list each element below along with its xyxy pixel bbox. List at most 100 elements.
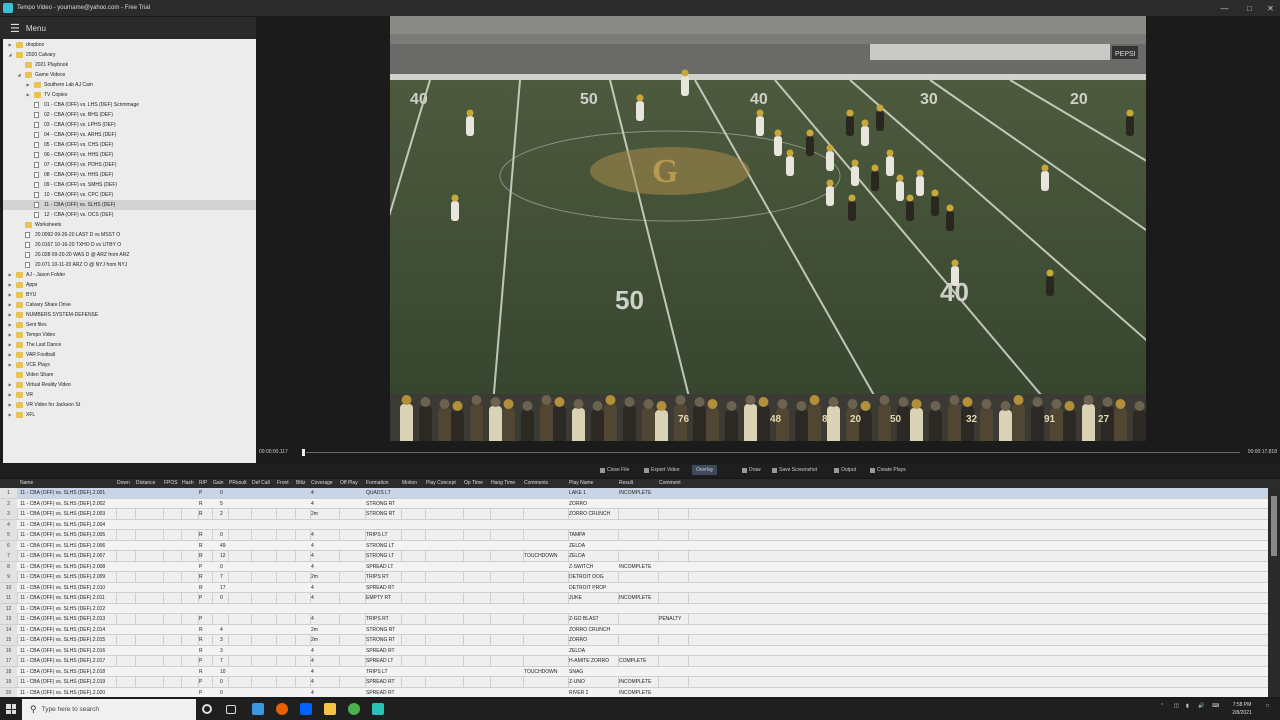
hamburger-icon[interactable]: ☰ <box>10 22 20 35</box>
cell-rp[interactable]: R <box>199 583 203 593</box>
cell-rp[interactable]: P <box>199 677 202 687</box>
table-row[interactable]: 20 11 - CBA (OFF) vs. SLHS (DEF).2.020 P 0 4… <box>0 687 1268 698</box>
tree-item[interactable]: 12 - CBA (OFF) vs. OCS (DEF) <box>3 210 256 220</box>
overlay-button[interactable]: Overlay <box>692 465 718 475</box>
cell-rp[interactable]: P <box>199 562 202 572</box>
tree-item[interactable]: ◢ 2020 Calvary <box>3 50 256 60</box>
column-header[interactable]: Formation <box>366 479 389 488</box>
cell-name[interactable]: 11 - CBA (OFF) vs. SLHS (DEF).2.001 <box>20 488 105 498</box>
cell-name[interactable]: 11 - CBA (OFF) vs. SLHS (DEF).2.017 <box>20 656 105 666</box>
cell-play[interactable]: DETROIT DOG <box>569 572 604 582</box>
cell-cov[interactable]: 4 <box>311 499 314 509</box>
cell-form[interactable]: SPREAD LT <box>366 562 393 572</box>
cell-gain[interactable]: 17 <box>220 583 226 593</box>
cell-gain[interactable]: 10 <box>220 667 226 677</box>
cell-gain[interactable]: 49 <box>220 541 226 551</box>
tree-item[interactable]: 03 - CBA (OFF) vs. LPHS (DEF) <box>3 120 256 130</box>
seek-handle[interactable] <box>302 449 305 456</box>
tree-item[interactable]: ▶ NUMBERS SYSTEM-DEFENSE <box>3 310 256 320</box>
tree-item[interactable]: ▶ BYU <box>3 290 256 300</box>
save-screenshot-button[interactable]: Save Screenshot <box>772 465 817 475</box>
cell-cov[interactable]: 2m <box>311 572 318 582</box>
cell-rp[interactable]: R <box>199 572 203 582</box>
expand-arrow-icon[interactable]: ▶ <box>7 360 13 370</box>
cell-form[interactable]: SPREAD RT <box>366 583 395 593</box>
cell-form[interactable]: STRONG RT <box>366 635 395 645</box>
cell-rp[interactable]: R <box>199 635 203 645</box>
column-header[interactable]: Down <box>117 479 130 488</box>
cell-name[interactable]: 11 - CBA (OFF) vs. SLHS (DEF).2.002 <box>20 499 105 509</box>
network-icon[interactable]: ◫ <box>1174 703 1179 709</box>
cell-name[interactable]: 11 - CBA (OFF) vs. SLHS (DEF).2.003 <box>20 509 105 519</box>
table-row[interactable]: 18 11 - CBA (OFF) vs. SLHS (DEF).2.018 R 10… <box>0 666 1268 677</box>
windows-start-icon[interactable] <box>6 704 16 714</box>
cell-gain[interactable]: 4 <box>220 625 223 635</box>
tree-item[interactable]: ▶ Tempo Video <box>3 330 256 340</box>
column-header[interactable]: Distance <box>136 479 155 488</box>
cell-form[interactable]: TRIPS LT <box>366 667 388 677</box>
cell-cov[interactable]: 4 <box>311 541 314 551</box>
cell-name[interactable]: 11 - CBA (OFF) vs. SLHS (DEF).2.005 <box>20 530 105 540</box>
table-row[interactable]: 8 11 - CBA (OFF) vs. SLHS (DEF).2.008 P 0 4 S… <box>0 561 1268 572</box>
cell-gain[interactable]: 0 <box>220 488 223 498</box>
cell-name[interactable]: 11 - CBA (OFF) vs. SLHS (DEF).2.008 <box>20 562 105 572</box>
cell-cov[interactable]: 4 <box>311 551 314 561</box>
expand-arrow-icon[interactable]: ▶ <box>7 400 13 410</box>
table-row[interactable]: 15 11 - CBA (OFF) vs. SLHS (DEF).2.015 R 3 2… <box>0 635 1268 646</box>
table-row[interactable]: 6 11 - CBA (OFF) vs. SLHS (DEF).2.006 R 49 4… <box>0 540 1268 551</box>
cell-play[interactable]: Z-SWITCH <box>569 562 593 572</box>
table-row[interactable]: 3 11 - CBA (OFF) vs. SLHS (DEF).2.003 R 2 2m… <box>0 509 1268 520</box>
cell-cov[interactable]: 4 <box>311 656 314 666</box>
tree-item[interactable]: 2021 Playbook <box>3 60 256 70</box>
collapse-arrow-icon[interactable]: ◢ <box>7 50 13 60</box>
scrollbar-thumb[interactable] <box>1271 496 1277 556</box>
cell-play[interactable]: ZORRO <box>569 635 587 645</box>
create-plays-button[interactable]: Create Plays <box>870 465 906 475</box>
tree-item[interactable]: ▶ AJ - Jason Folder <box>3 270 256 280</box>
cell-form[interactable]: STRONG LT <box>366 551 394 561</box>
firefox-icon[interactable] <box>276 703 288 715</box>
tree-item[interactable]: ▶ Sent files <box>3 320 256 330</box>
tree-item[interactable]: 20.0167 10-16-20 TXHO D vs UTBY O <box>3 240 256 250</box>
expand-arrow-icon[interactable]: ▶ <box>7 330 13 340</box>
tray-chevron-icon[interactable]: ⌃ <box>1160 703 1164 709</box>
cell-cov[interactable]: 2m <box>311 509 318 519</box>
expand-arrow-icon[interactable]: ▶ <box>7 270 13 280</box>
tree-item[interactable]: ▶ dropbox <box>3 40 256 50</box>
cell-play[interactable]: H-AMITE ZORRO <box>569 656 609 666</box>
minimize-icon[interactable]: — <box>1212 0 1237 16</box>
cell-name[interactable]: 11 - CBA (OFF) vs. SLHS (DEF).2.009 <box>20 572 105 582</box>
grid-scrollbar[interactable] <box>1268 488 1280 697</box>
table-row[interactable]: 2 11 - CBA (OFF) vs. SLHS (DEF).2.002 R 5 4 S… <box>0 498 1268 509</box>
cell-play[interactable]: ZELDA <box>569 646 585 656</box>
tree-item[interactable]: 09 - CBA (OFF) vs. SMHS (DEF) <box>3 180 256 190</box>
tree-item[interactable]: 05 - CBA (OFF) vs. CHS (DEF) <box>3 140 256 150</box>
column-header[interactable]: FPOS <box>164 479 178 488</box>
cell-name[interactable]: 11 - CBA (OFF) vs. SLHS (DEF).2.019 <box>20 677 105 687</box>
cortana-icon[interactable] <box>202 704 212 714</box>
table-row[interactable]: 13 11 - CBA (OFF) vs. SLHS (DEF).2.013 P 4 T… <box>0 614 1268 625</box>
column-header[interactable]: PResult <box>229 479 247 488</box>
cell-gain[interactable]: 3 <box>220 635 223 645</box>
tree-item[interactable]: Video Share <box>3 370 256 380</box>
tree-item[interactable]: ◢ Game Videos <box>3 70 256 80</box>
cell-name[interactable]: 11 - CBA (OFF) vs. SLHS (DEF).2.006 <box>20 541 105 551</box>
cell-cov[interactable]: 2m <box>311 635 318 645</box>
cell-result[interactable]: INCOMPLETE <box>619 688 652 698</box>
tree-item[interactable]: 07 - CBA (OFF) vs. PDHS (DEF) <box>3 160 256 170</box>
keyboard-icon[interactable]: ⌨ <box>1212 703 1219 709</box>
table-row[interactable]: 17 11 - CBA (OFF) vs. SLHS (DEF).2.017 P 7 4… <box>0 656 1268 667</box>
tree-item[interactable]: 20.071 10-11-20 ARZ O @ NYJ from NYJ <box>3 260 256 270</box>
cell-cov[interactable]: 4 <box>311 530 314 540</box>
cell-rp[interactable]: P <box>199 593 202 603</box>
column-header[interactable]: Comments <box>524 479 548 488</box>
tree-item[interactable]: ▶ VR <box>3 390 256 400</box>
tree-item[interactable]: 20.0092 09-26-20 LAST D vs MSST O <box>3 230 256 240</box>
cell-name[interactable]: 11 - CBA (OFF) vs. SLHS (DEF).2.018 <box>20 667 105 677</box>
cell-result[interactable]: INCOMPLETE <box>619 677 652 687</box>
cell-cov[interactable]: 4 <box>311 677 314 687</box>
cell-cov[interactable]: 4 <box>311 593 314 603</box>
cell-play[interactable]: ZELDA <box>569 541 585 551</box>
cell-gain[interactable]: 7 <box>220 572 223 582</box>
cell-name[interactable]: 11 - CBA (OFF) vs. SLHS (DEF).2.010 <box>20 583 105 593</box>
